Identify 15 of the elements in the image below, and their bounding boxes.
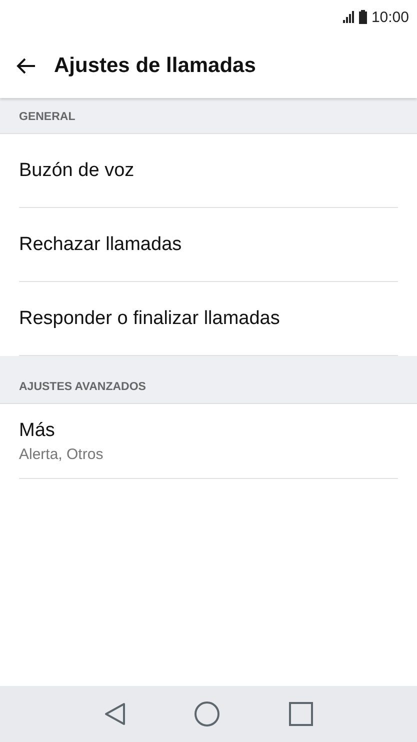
battery-icon bbox=[359, 10, 368, 24]
item-title: Rechazar llamadas bbox=[19, 234, 183, 256]
status-time: 10:00 bbox=[371, 8, 409, 26]
settings-item[interactable]: Rechazar llamadas bbox=[19, 208, 398, 282]
settings-item[interactable]: Más Alerta, Otros bbox=[19, 404, 398, 479]
settings-item[interactable]: Buzón de voz bbox=[19, 134, 398, 208]
item-title: Buzón de voz bbox=[19, 160, 136, 182]
section-title: GENERAL bbox=[19, 111, 76, 123]
signal-icon bbox=[343, 11, 356, 23]
item-subtitle: Alerta, Otros bbox=[19, 446, 104, 462]
screen-title: Ajustes de llamadas bbox=[54, 54, 256, 78]
item-title: Responder o finalizar llamadas bbox=[19, 308, 281, 330]
item-title: Más bbox=[19, 420, 56, 442]
section-title: AJUSTES AVANZADOS bbox=[19, 381, 146, 393]
back-arrow-icon[interactable] bbox=[16, 57, 36, 75]
